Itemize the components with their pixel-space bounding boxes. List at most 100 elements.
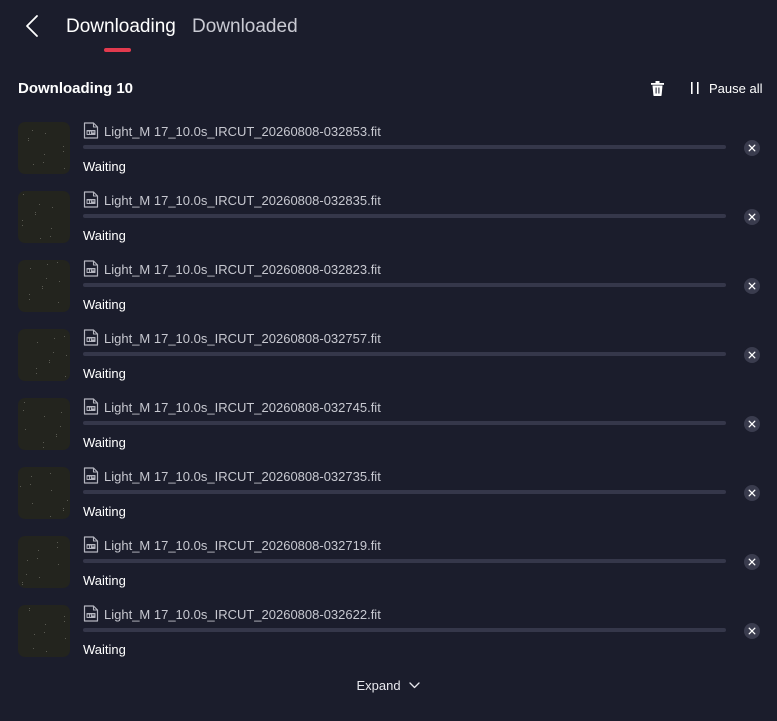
- remove-download-button[interactable]: [744, 140, 760, 156]
- close-icon: [748, 213, 756, 221]
- thumbnail-star: [40, 238, 41, 239]
- progress-bar: [83, 559, 726, 563]
- thumbnail-star: [29, 610, 30, 611]
- fit-file-icon: [83, 536, 99, 553]
- header: Downloading Downloaded: [0, 0, 777, 60]
- thumbnail-star: [43, 442, 44, 443]
- thumbnail-star: [22, 220, 23, 221]
- thumbnail-star: [44, 416, 45, 417]
- thumbnail-star: [51, 228, 52, 229]
- expand-button[interactable]: Expand: [356, 678, 420, 693]
- thumbnail-star: [56, 434, 57, 435]
- close-icon: [748, 627, 756, 635]
- thumbnail-star: [45, 133, 46, 134]
- remove-download-button[interactable]: [744, 485, 760, 501]
- file-thumbnail: [18, 605, 70, 657]
- thumbnail-star: [58, 564, 59, 565]
- remove-download-button[interactable]: [744, 209, 760, 225]
- file-thumbnail: [18, 122, 70, 174]
- file-name: Light_M 17_10.0s_IRCUT_20260808-032823.f…: [104, 262, 381, 277]
- thumbnail-star: [52, 207, 53, 208]
- thumbnail-star: [51, 490, 52, 491]
- remove-download-button[interactable]: [744, 416, 760, 432]
- chevron-left-icon: [26, 15, 38, 37]
- fit-file-icon: [83, 329, 99, 346]
- progress-bar: [83, 214, 726, 218]
- thumbnail-star: [57, 262, 58, 263]
- thumbnail-star: [66, 355, 67, 356]
- progress-bar: [83, 283, 726, 287]
- close-icon: [748, 420, 756, 428]
- thumbnail-star: [22, 582, 23, 583]
- thumbnail-star: [28, 140, 29, 141]
- thumbnail-star: [31, 476, 32, 477]
- thumbnail-star: [29, 608, 30, 609]
- back-button[interactable]: [18, 10, 46, 42]
- close-icon: [748, 351, 756, 359]
- thumbnail-star: [23, 410, 24, 411]
- thumbnail-star: [28, 138, 29, 139]
- thumbnail-star: [63, 146, 64, 147]
- progress-bar: [83, 628, 726, 632]
- thumbnail-star: [49, 360, 50, 361]
- thumbnail-star: [45, 624, 46, 625]
- tab-downloaded[interactable]: Downloaded: [192, 14, 298, 40]
- delete-all-button[interactable]: [648, 78, 666, 98]
- thumbnail-star: [32, 503, 33, 504]
- thumbnail-star: [30, 484, 31, 485]
- thumbnail-star: [43, 162, 44, 163]
- tab-downloading[interactable]: Downloading: [66, 14, 176, 40]
- thumbnail-star: [33, 164, 34, 165]
- fit-file-icon: [83, 260, 99, 277]
- file-thumbnail: [18, 467, 70, 519]
- thumbnail-star: [67, 500, 68, 501]
- expand-bar: Expand: [0, 674, 777, 696]
- thumbnail-star: [61, 412, 62, 413]
- thumbnail-star: [60, 426, 61, 427]
- download-item: Light_M 17_10.0s_IRCUT_20260808-032823.f…: [0, 251, 777, 320]
- file-thumbnail: [18, 536, 70, 588]
- file-name: Light_M 17_10.0s_IRCUT_20260808-032622.f…: [104, 607, 381, 622]
- thumbnail-star: [57, 542, 58, 543]
- download-item: Light_M 17_10.0s_IRCUT_20260808-032853.f…: [0, 113, 777, 182]
- thumbnail-star: [65, 376, 66, 377]
- thumbnail-star: [27, 560, 28, 561]
- thumbnail-star: [59, 281, 60, 282]
- thumbnail-star: [23, 194, 24, 195]
- thumbnail-star: [46, 651, 47, 652]
- remove-download-button[interactable]: [744, 554, 760, 570]
- download-item: Light_M 17_10.0s_IRCUT_20260808-032719.f…: [0, 527, 777, 596]
- file-thumbnail: [18, 191, 70, 243]
- pause-all-button[interactable]: Pause all: [688, 78, 762, 98]
- thumbnail-star: [54, 338, 55, 339]
- thumbnail-star: [37, 558, 38, 559]
- thumbnail-star: [25, 429, 26, 430]
- fit-file-icon: [83, 191, 99, 208]
- thumbnail-star: [43, 447, 44, 448]
- thumbnail-star: [35, 214, 36, 215]
- chevron-down-icon: [409, 680, 421, 690]
- thumbnail-star: [26, 574, 27, 575]
- expand-label: Expand: [356, 677, 401, 693]
- thumbnail-star: [57, 547, 58, 548]
- download-item: Light_M 17_10.0s_IRCUT_20260808-032735.f…: [0, 458, 777, 527]
- thumbnail-star: [32, 130, 33, 131]
- remove-download-button[interactable]: [744, 278, 760, 294]
- remove-download-button[interactable]: [744, 347, 760, 363]
- file-name: Light_M 17_10.0s_IRCUT_20260808-032757.f…: [104, 331, 381, 346]
- thumbnail-star: [63, 151, 64, 152]
- thumbnail-star: [24, 402, 25, 403]
- download-status: Waiting: [83, 366, 126, 381]
- file-name: Light_M 17_10.0s_IRCUT_20260808-032735.f…: [104, 469, 381, 484]
- close-icon: [748, 489, 756, 497]
- pause-icon: [688, 80, 702, 96]
- download-item: Light_M 17_10.0s_IRCUT_20260808-032835.f…: [0, 182, 777, 251]
- close-icon: [748, 282, 756, 290]
- thumbnail-star: [38, 550, 39, 551]
- active-tab-indicator: [104, 48, 131, 52]
- thumbnail-star: [63, 510, 64, 511]
- progress-bar: [83, 490, 726, 494]
- thumbnail-star: [22, 225, 23, 226]
- remove-download-button[interactable]: [744, 623, 760, 639]
- thumbnail-star: [64, 621, 65, 622]
